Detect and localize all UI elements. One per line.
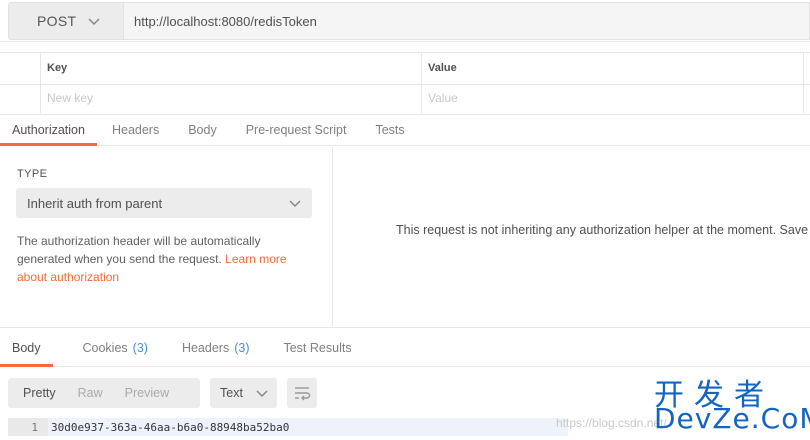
key-column-header: Key	[40, 53, 421, 83]
tab-authorization[interactable]: Authorization	[0, 114, 97, 146]
tab-pre-request-script[interactable]: Pre-request Script	[229, 114, 359, 146]
chevron-down-icon	[88, 18, 100, 26]
tab-tests[interactable]: Tests	[358, 114, 416, 146]
chevron-down-icon	[256, 390, 268, 398]
wrap-lines-button[interactable]	[287, 378, 317, 408]
tab-body[interactable]: Body	[171, 114, 229, 146]
response-tabs: Body Cookies (3) Headers (3) Test Results	[0, 327, 810, 367]
auth-type-select[interactable]: Inherit auth from parent	[16, 188, 312, 218]
language-value: Text	[220, 386, 243, 400]
tab-cookies[interactable]: Cookies (3)	[53, 328, 160, 367]
params-new-row: New key Value	[0, 83, 810, 115]
pretty-button[interactable]: Pretty	[8, 378, 64, 408]
auth-type-label: TYPE	[17, 168, 48, 180]
auth-info-message: This request is not inheriting any autho…	[396, 223, 809, 237]
tab-response-headers[interactable]: Headers (3)	[160, 328, 262, 367]
description-column-header: |	[803, 53, 810, 83]
preview-button[interactable]: Preview	[111, 378, 177, 408]
url-input[interactable]: http://localhost:8080/redisToken	[124, 2, 810, 40]
new-value-input[interactable]: Value	[421, 83, 803, 113]
response-body-line[interactable]: 30d0e937-363a-46aa-b6a0-88948ba52ba0	[48, 418, 568, 436]
language-select[interactable]: Text	[210, 378, 277, 408]
request-tabs: Authorization Headers Body Pre-request S…	[0, 114, 810, 146]
cookies-count: (3)	[132, 340, 148, 355]
new-key-input[interactable]: New key	[40, 83, 421, 113]
watermark-logo-brand: DevZe.CoM	[654, 402, 810, 435]
format-toggle-group: Pretty Raw Preview	[8, 378, 200, 408]
headers-count: (3)	[234, 340, 250, 355]
auth-type-value: Inherit auth from parent	[27, 195, 163, 211]
tab-headers[interactable]: Headers	[97, 114, 171, 146]
value-column-header: Value	[421, 53, 803, 83]
method-select[interactable]: POST	[8, 2, 124, 40]
params-table: Key Value | New key Value	[0, 52, 810, 115]
tab-test-results[interactable]: Test Results	[261, 328, 363, 367]
method-label: POST	[37, 13, 77, 29]
new-description-input[interactable]	[803, 83, 810, 113]
watermark-url: https://blog.csdn.net/	[556, 416, 667, 430]
wrap-lines-icon	[295, 387, 311, 401]
chevron-down-icon	[289, 200, 301, 208]
url-text: http://localhost:8080/redisToken	[134, 13, 317, 29]
auth-description: The authorization header will be automat…	[17, 234, 287, 284]
tab-response-body[interactable]: Body	[0, 328, 53, 367]
params-header-row: Key Value |	[0, 52, 810, 85]
line-number: 1	[8, 418, 48, 436]
raw-button[interactable]: Raw	[64, 378, 111, 408]
